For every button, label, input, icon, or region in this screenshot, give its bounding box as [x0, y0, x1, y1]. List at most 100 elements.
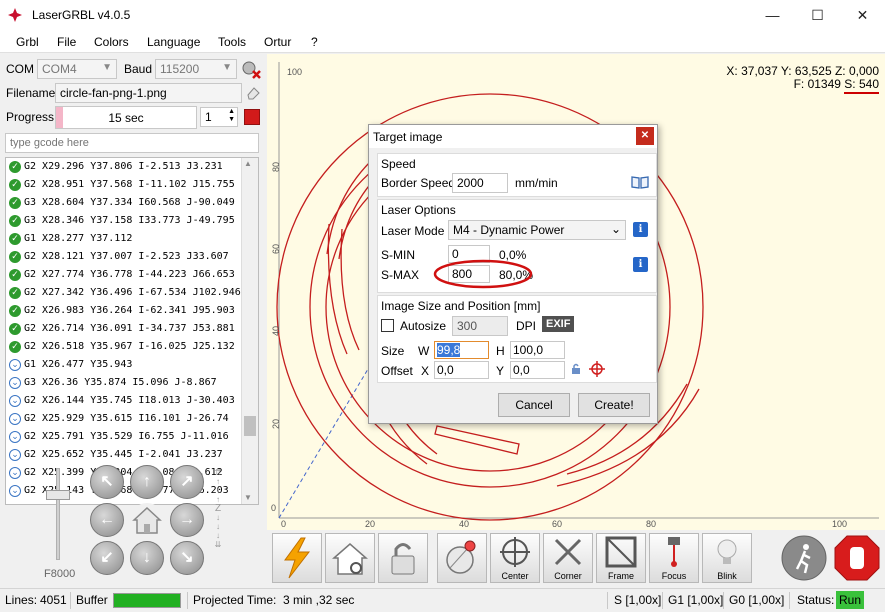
- jog-down-button[interactable]: ↓: [130, 541, 164, 575]
- close-button[interactable]: ✕: [840, 0, 885, 31]
- feed-slider[interactable]: [42, 468, 74, 568]
- g1-override[interactable]: G1 [1,00x]: [668, 593, 723, 607]
- unlock-button[interactable]: [378, 533, 428, 583]
- gcode-line[interactable]: ✓ G2 X28.951 Y37.568 I-11.102 J15.755: [6, 177, 242, 193]
- vertical-scrollbar[interactable]: ▲ ▼: [241, 158, 258, 504]
- menu-ortur[interactable]: Ortur: [264, 35, 291, 49]
- com-select[interactable]: COM4 ▼: [37, 59, 117, 79]
- gcode-line[interactable]: ⌄ G1 X26.477 Y35.943: [6, 357, 242, 373]
- offset-y-input[interactable]: 0,0: [510, 361, 565, 379]
- create-button[interactable]: Create!: [578, 393, 650, 417]
- height-input[interactable]: 100,0: [510, 341, 565, 359]
- corner-button[interactable]: Corner: [543, 533, 593, 583]
- border-speed-input[interactable]: 2000: [452, 173, 508, 193]
- feed-readout: F: 01349: [793, 77, 841, 91]
- jog-up-right-button[interactable]: ↗: [170, 465, 204, 499]
- menu-help[interactable]: ?: [311, 35, 318, 49]
- minimize-button[interactable]: —: [750, 0, 795, 31]
- image-size-group: Image Size and Position [mm] Autosize 30…: [377, 295, 657, 383]
- disconnect-icon[interactable]: [241, 59, 261, 79]
- jog-home-button[interactable]: [130, 503, 164, 537]
- g0-override[interactable]: G0 [1,00x]: [729, 593, 784, 607]
- menu-file[interactable]: File: [57, 35, 76, 49]
- gcode-text: G3 X28.346 Y37.158 I33.773 J-49.795: [24, 215, 235, 226]
- y-tick-60: 60: [271, 243, 282, 255]
- jog-left-button[interactable]: ←: [90, 503, 124, 537]
- y-tick-40: 40: [271, 325, 282, 337]
- jog-down-right-button[interactable]: ↘: [170, 541, 204, 575]
- laser-focus-icon: [668, 537, 680, 567]
- menu-grbl[interactable]: Grbl: [16, 35, 39, 49]
- gcode-line[interactable]: ✓ G2 X28.121 Y37.007 I-2.523 J33.607: [6, 249, 242, 265]
- blink-button[interactable]: Blink: [702, 533, 752, 583]
- laser-mode-select[interactable]: M4 - Dynamic Power ⌄: [448, 220, 626, 240]
- dpi-input[interactable]: 300: [452, 316, 508, 336]
- smax-info-icon[interactable]: i: [633, 257, 648, 272]
- gcode-line[interactable]: ✓ G3 X28.604 Y37.334 I60.568 J-90.049: [6, 195, 242, 211]
- focus-button[interactable]: Focus: [649, 533, 699, 583]
- jog-right-button[interactable]: →: [170, 503, 204, 537]
- cancel-button[interactable]: Cancel: [498, 393, 570, 417]
- gcode-list[interactable]: ⌄ G2 X25.143 Y35.168 I-8.779 J16.203 ⌄ G2 X…: [5, 157, 259, 505]
- dialog-close-button[interactable]: ✕: [636, 127, 654, 145]
- gcode-line[interactable]: ⌄ G2 X25.791 Y35.529 I6.755 J-11.016: [6, 429, 242, 445]
- s-override[interactable]: S [1,00x]: [614, 593, 661, 607]
- scroll-up-icon[interactable]: ▲: [244, 159, 252, 168]
- com-label: COM: [6, 62, 34, 76]
- gcode-line[interactable]: ⌄ G2 X25.929 Y35.615 I16.101 J-26.74: [6, 411, 242, 427]
- offset-label: Offset: [381, 364, 413, 378]
- scrollbar-thumb[interactable]: [244, 416, 256, 436]
- z-jog-control[interactable]: ⇈ ↑ ↑ ↑ Z ↓ ↓ ↓ ⇊: [213, 468, 223, 549]
- walk-button[interactable]: [779, 533, 829, 583]
- gcode-command-input[interactable]: [5, 133, 259, 153]
- queued-chevron-icon: ⌄: [9, 431, 21, 443]
- globe-button[interactable]: [437, 533, 487, 583]
- book-icon[interactable]: [631, 175, 649, 189]
- laser-power-button[interactable]: [272, 533, 322, 583]
- jog-up-left-button[interactable]: ↖: [90, 465, 124, 499]
- scroll-down-icon[interactable]: ▼: [244, 493, 252, 502]
- image-size-title: Image Size and Position [mm]: [381, 299, 541, 313]
- dpi-label: DPI: [516, 319, 537, 333]
- target-crosshair-icon[interactable]: [588, 360, 606, 378]
- stop-button[interactable]: [244, 109, 260, 125]
- jog-down-left-button[interactable]: ↙: [90, 541, 124, 575]
- filename-field[interactable]: circle-fan-png-1.png: [55, 83, 242, 103]
- gcode-line[interactable]: ✓ G1 X28.277 Y37.112: [6, 231, 242, 247]
- gcode-line[interactable]: ⌄ G3 X26.36 Y35.874 I5.096 J-8.867: [6, 375, 242, 391]
- preview-home-button[interactable]: [325, 533, 375, 583]
- offset-x-input[interactable]: 0,0: [434, 361, 489, 379]
- gcode-line[interactable]: ✓ G2 X27.774 Y36.778 I-44.223 J66.653: [6, 267, 242, 283]
- gcode-line[interactable]: ⌄ G2 X26.144 Y35.745 I18.013 J-30.403: [6, 393, 242, 409]
- check-icon: ✓: [9, 323, 21, 335]
- check-icon: ✓: [9, 161, 21, 173]
- eraser-icon[interactable]: [245, 85, 261, 101]
- exif-button[interactable]: EXIF: [542, 316, 575, 332]
- baud-select[interactable]: 115200 ▼: [155, 59, 237, 79]
- maximize-button[interactable]: ☐: [795, 0, 840, 31]
- y-tick-80: 80: [271, 161, 282, 173]
- gcode-line[interactable]: ✓ G2 X26.518 Y35.967 I-16.025 J25.132: [6, 339, 242, 355]
- frame-button[interactable]: Frame: [596, 533, 646, 583]
- copies-stepper[interactable]: 1 ▲ ▼: [200, 107, 238, 127]
- stepper-arrows-icon[interactable]: ▲ ▼: [228, 108, 235, 124]
- gcode-line[interactable]: ✓ G3 X28.346 Y37.158 I33.773 J-49.795: [6, 213, 242, 229]
- gcode-line[interactable]: ✓ G2 X27.342 Y36.496 I-67.534 J102.946: [6, 285, 242, 301]
- center-button[interactable]: Center: [490, 533, 540, 583]
- gcode-line[interactable]: ⌄ G2 X25.652 Y35.445 I-2.041 J3.237: [6, 447, 242, 463]
- gcode-line[interactable]: ✓ G2 X26.983 Y36.264 I-62.341 J95.903: [6, 303, 242, 319]
- frame-label: Frame: [607, 571, 634, 581]
- lock-ratio-icon[interactable]: [570, 363, 582, 375]
- status-badge: Run: [836, 591, 865, 609]
- chevron-down-icon: ▼: [102, 62, 112, 73]
- jog-up-button[interactable]: ↑: [130, 465, 164, 499]
- autosize-checkbox[interactable]: [381, 319, 394, 332]
- menu-colors[interactable]: Colors: [94, 35, 129, 49]
- menu-tools[interactable]: Tools: [218, 35, 246, 49]
- gcode-line[interactable]: ✓ G2 X26.714 Y36.091 I-34.737 J53.881: [6, 321, 242, 337]
- laser-mode-info-icon[interactable]: i: [633, 222, 648, 237]
- width-input[interactable]: 99,8: [434, 341, 489, 359]
- emergency-stop-button[interactable]: [832, 533, 882, 583]
- menu-language[interactable]: Language: [147, 35, 200, 49]
- gcode-line[interactable]: ✓ G2 X29.296 Y37.806 I-2.513 J3.231: [6, 159, 242, 175]
